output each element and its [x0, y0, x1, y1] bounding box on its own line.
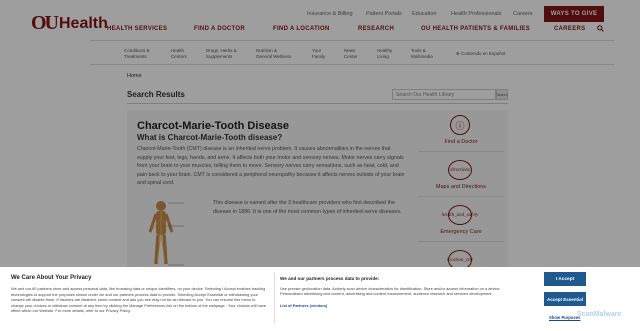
page: OU Health Insurance & Billing Patient Po…: [0, 0, 640, 331]
watermark: ScanMalware: [577, 311, 622, 318]
cookie-divider: [274, 273, 275, 323]
cookie-purposes-body: Use precise geolocation data. Actively s…: [280, 286, 501, 296]
cookie-body: We and our 60 partners store and access …: [11, 286, 266, 313]
accept-essential-button[interactable]: Accept Essential: [544, 292, 586, 306]
accept-button[interactable]: I Accept: [544, 272, 586, 286]
cookie-title: We Care About Your Privacy: [11, 275, 92, 281]
show-purposes-link[interactable]: Show Purposes: [549, 315, 580, 320]
vendors-link[interactable]: List of Partners (vendors): [280, 303, 327, 308]
cookie-purposes-title: We and our partners process data to prov…: [280, 276, 380, 281]
